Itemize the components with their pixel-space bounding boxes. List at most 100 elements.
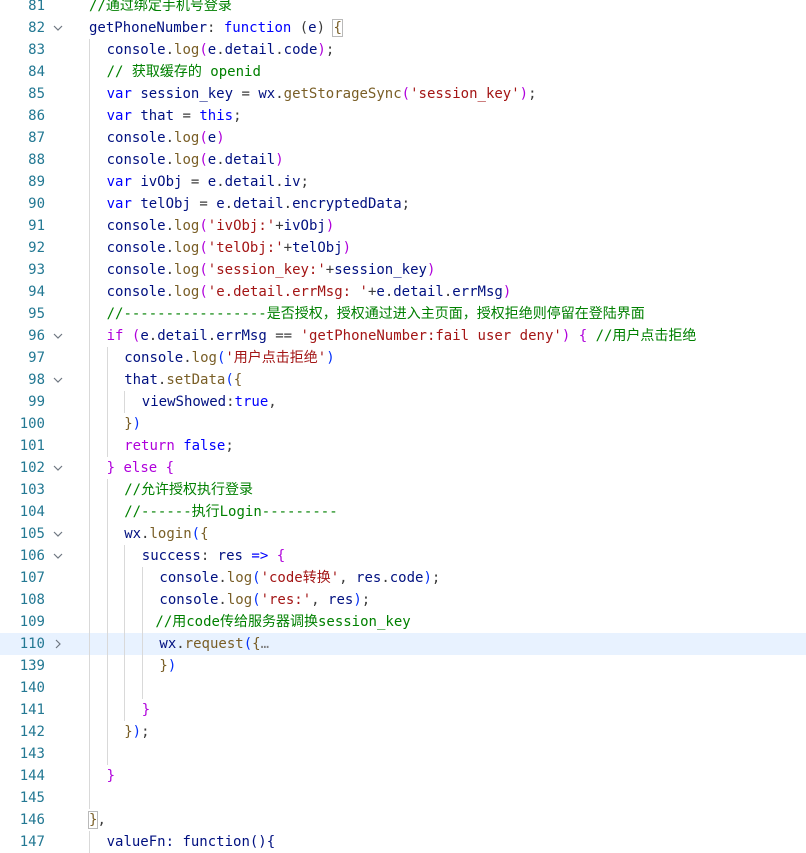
code-token: ; — [361, 592, 371, 608]
code-token: . — [275, 174, 284, 190]
chevron-right-icon[interactable] — [51, 633, 65, 655]
code-editor[interactable]: 81 //通过绑定手机号登录 82 getPhoneNumber: function … — [0, 0, 806, 853]
code-token: console — [106, 130, 166, 146]
code-token: } — [124, 724, 133, 740]
code-line[interactable]: 98 that.setData({ — [0, 369, 806, 391]
line-number: 82 — [28, 20, 45, 36]
code-token: . — [218, 570, 227, 586]
code-token: { — [332, 19, 343, 37]
code-token: console — [124, 350, 184, 366]
indent-guide — [141, 633, 143, 655]
code-token: ( — [191, 526, 201, 542]
code-token: . — [275, 86, 284, 102]
code-line[interactable]: 95 //-----------------是否授权，授权通过进入主页面，授权拒绝… — [0, 303, 806, 325]
code-line[interactable]: 91 console.log('ivObj:'+ivObj) — [0, 215, 806, 237]
code-token: detail — [233, 196, 284, 212]
code-line[interactable]: 145 — [0, 787, 806, 809]
line-number: 90 — [28, 196, 45, 212]
code-token: ; — [225, 438, 234, 454]
code-line[interactable]: 93 console.log('session_key:'+session_key… — [0, 259, 806, 281]
code-content: var ivObj = e.detail.iv; — [107, 171, 309, 193]
code-line[interactable]: 88 console.log(e.detail) — [0, 149, 806, 171]
code-line[interactable]: 87 console.log(e) — [0, 127, 806, 149]
code-line[interactable]: 101 return false; — [0, 435, 806, 457]
code-token: , — [97, 812, 106, 828]
indent-guide — [89, 61, 90, 83]
code-token: ; — [401, 196, 411, 212]
code-line[interactable]: 143 — [0, 743, 806, 765]
line-number: 81 — [28, 0, 45, 14]
code-line[interactable]: 94 console.log('e.detail.errMsg: '+e.deta… — [0, 281, 806, 303]
code-line[interactable]: 110 wx.request({… — [0, 633, 806, 655]
code-content: //------执行Login--------- — [124, 501, 337, 523]
code-line[interactable]: 139}) — [0, 655, 806, 677]
code-line[interactable]: 105 wx.login({ — [0, 523, 806, 545]
indent-guide — [89, 413, 90, 435]
chevron-down-icon[interactable] — [51, 369, 65, 391]
code-line[interactable]: 142}); — [0, 721, 806, 743]
code-line[interactable]: 144} — [0, 765, 806, 787]
code-line[interactable]: 89 var ivObj = e.detail.iv; — [0, 171, 806, 193]
code-token: if — [106, 328, 124, 344]
code-line[interactable]: 84 // 获取缓存的 openid — [0, 61, 806, 83]
chevron-down-icon[interactable] — [51, 545, 65, 567]
code-token: this — [199, 108, 234, 124]
code-token: ; — [300, 174, 309, 190]
code-line[interactable]: 108 console.log('res:', res); — [0, 589, 806, 611]
code-token: . — [216, 42, 225, 58]
indent-guide — [124, 655, 126, 677]
code-line[interactable]: 92 console.log('telObj:'+telObj) — [0, 237, 806, 259]
code-token: ( — [199, 240, 208, 256]
line-number: 86 — [28, 108, 45, 124]
code-token: var — [106, 174, 132, 190]
code-line[interactable]: 81 //通过绑定手机号登录 — [0, 0, 806, 17]
code-token: wx — [258, 86, 276, 102]
code-token: e — [308, 20, 317, 36]
code-token: console — [106, 152, 166, 168]
code-line[interactable]: 83 console.log(e.detail.code); — [0, 39, 806, 61]
code-token: detail — [224, 42, 276, 58]
code-line[interactable]: 97 console.log('用户点击拒绝') — [0, 347, 806, 369]
code-line[interactable]: 102} else { — [0, 457, 806, 479]
code-line[interactable]: 100}) — [0, 413, 806, 435]
indent-guide — [89, 171, 90, 193]
code-token: ) — [167, 658, 177, 674]
code-line[interactable]: 82 getPhoneNumber: function (e) { — [0, 17, 806, 39]
code-line[interactable]: 107 console.log('code转换', res.code); — [0, 567, 806, 589]
indent-guide — [89, 765, 90, 787]
code-line[interactable]: 146}, — [0, 809, 806, 831]
code-token: ( — [252, 592, 261, 608]
indent-guide — [89, 281, 90, 303]
indent-guide — [89, 237, 90, 259]
code-line[interactable]: 109 //用code传给服务器调换session_key — [0, 611, 806, 633]
chevron-down-icon[interactable] — [51, 523, 65, 545]
code-line[interactable]: 104 //------执行Login--------- — [0, 501, 806, 523]
indent-guide — [89, 105, 90, 127]
code-line[interactable]: 140 — [0, 677, 806, 699]
indent-guide — [89, 347, 90, 369]
code-line[interactable]: 141} — [0, 699, 806, 721]
code-line[interactable]: 90 var telObj = e.detail.encryptedData; — [0, 193, 806, 215]
code-token: + — [275, 218, 284, 234]
code-content: console.log('telObj:'+telObj) — [107, 237, 352, 259]
code-token: detail — [393, 284, 444, 300]
chevron-down-icon[interactable] — [51, 17, 65, 39]
line-number: 85 — [28, 86, 45, 102]
chevron-down-icon[interactable] — [51, 457, 65, 479]
code-line[interactable]: 96 if (e.detail.errMsg == 'getPhoneNumber… — [0, 325, 806, 347]
code-line[interactable]: 106 success: res => { — [0, 545, 806, 567]
code-line[interactable]: 103 //允许授权执行登录 — [0, 479, 806, 501]
code-token: ) — [275, 152, 284, 168]
code-content: //允许授权执行登录 — [124, 479, 253, 501]
chevron-down-icon[interactable] — [51, 325, 65, 347]
code-token: valueFn: function(){ — [106, 834, 276, 850]
code-token: res — [217, 548, 243, 564]
code-token: e — [207, 42, 217, 58]
line-number: 142 — [19, 724, 45, 740]
code-line[interactable]: 85 var session_key = wx.getStorageSync('s… — [0, 83, 806, 105]
code-line[interactable]: 86 var that = this; — [0, 105, 806, 127]
line-number: 99 — [28, 394, 45, 410]
code-token: ; — [528, 86, 537, 102]
code-line[interactable]: 99 viewShowed:true, — [0, 391, 806, 413]
